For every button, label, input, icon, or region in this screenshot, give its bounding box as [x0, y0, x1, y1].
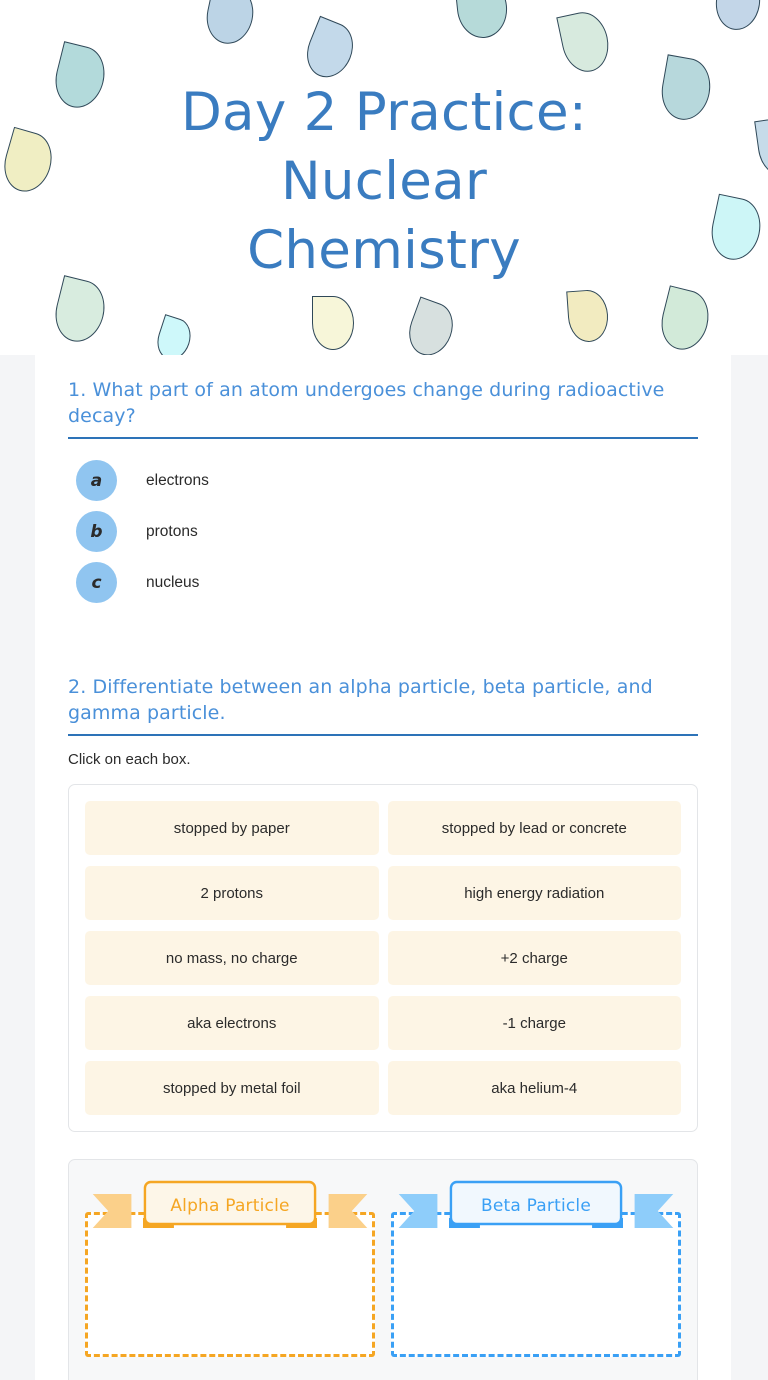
draggable-tile[interactable]: stopped by metal foil	[85, 1061, 379, 1115]
draggable-tile[interactable]: +2 charge	[387, 931, 681, 985]
raindrop-icon	[312, 296, 354, 350]
draggable-tile[interactable]: stopped by lead or concrete	[387, 801, 681, 855]
drop-zones-grid: Alpha ParticleBeta ParticleGamma Particl…	[85, 1178, 681, 1380]
drop-zone[interactable]: Beta Particle	[391, 1178, 681, 1357]
worksheet-page: Day 2 Practice: Nuclear Chemistry 1. Wha…	[0, 0, 768, 1380]
choice-label-c: nucleus	[146, 573, 200, 591]
draggable-tiles-card: stopped by paper stopped by lead or concr…	[68, 784, 698, 1132]
choice-bubble-c[interactable]: c	[76, 562, 117, 603]
question-1-title: 1. What part of an atom undergoes change…	[68, 379, 665, 427]
choice-option-a[interactable]: a electrons	[68, 455, 698, 506]
raindrop-icon	[299, 15, 361, 85]
draggable-tiles-grid: stopped by paper stopped by lead or concr…	[85, 801, 681, 1115]
raindrop-icon	[49, 275, 111, 347]
draggable-tile[interactable]: -1 charge	[387, 996, 681, 1050]
question-2-title: 2. Differentiate between an alpha partic…	[68, 676, 653, 724]
drop-zones-card: Alpha ParticleBeta ParticleGamma Particl…	[68, 1159, 698, 1380]
choice-label-b: protons	[146, 522, 198, 540]
draggable-tile[interactable]: aka electrons	[85, 996, 379, 1050]
raindrop-icon	[454, 0, 510, 41]
raindrop-icon	[556, 7, 614, 77]
ribbon-label[interactable]: Alpha Particle	[85, 1184, 375, 1228]
raindrop-icon	[402, 296, 460, 355]
raindrop-icon	[712, 0, 764, 33]
drop-zone-area[interactable]	[391, 1212, 681, 1357]
question-2: 2. Differentiate between an alpha partic…	[35, 608, 731, 1380]
raindrop-icon	[655, 285, 715, 355]
question-2-instruction: Click on each box.	[68, 751, 191, 768]
drop-zone-area[interactable]	[85, 1212, 375, 1357]
draggable-tile[interactable]: stopped by paper	[85, 801, 379, 855]
draggable-tile[interactable]: 2 protons	[85, 866, 379, 920]
page-title-text: Day 2 Practice: Nuclear Chemistry	[180, 82, 588, 281]
question-1-divider	[68, 437, 698, 439]
draggable-tile[interactable]: no mass, no charge	[85, 931, 379, 985]
worksheet-sheet: 1. What part of an atom undergoes change…	[35, 355, 731, 1380]
raindrop-icon	[152, 314, 196, 355]
drop-zone[interactable]: Alpha Particle	[85, 1178, 375, 1357]
raindrop-icon	[201, 0, 259, 49]
question-2-divider	[68, 734, 698, 736]
raindrop-icon	[566, 288, 610, 344]
question-1: 1. What part of an atom undergoes change…	[35, 355, 731, 608]
draggable-tile[interactable]: aka helium-4	[387, 1061, 681, 1115]
choice-option-c[interactable]: c nucleus	[68, 557, 698, 608]
choice-label-a: electrons	[146, 471, 209, 489]
worksheet-header: Day 2 Practice: Nuclear Chemistry	[0, 0, 768, 355]
choice-option-b[interactable]: b protons	[68, 506, 698, 557]
choice-bubble-a[interactable]: a	[76, 460, 117, 501]
choice-bubble-b[interactable]: b	[76, 511, 117, 552]
question-1-choices: a electrons b protons c nucleus	[68, 455, 698, 608]
draggable-tile[interactable]: high energy radiation	[387, 866, 681, 920]
ribbon-label[interactable]: Beta Particle	[391, 1184, 681, 1228]
page-title: Day 2 Practice: Nuclear Chemistry	[0, 78, 768, 285]
